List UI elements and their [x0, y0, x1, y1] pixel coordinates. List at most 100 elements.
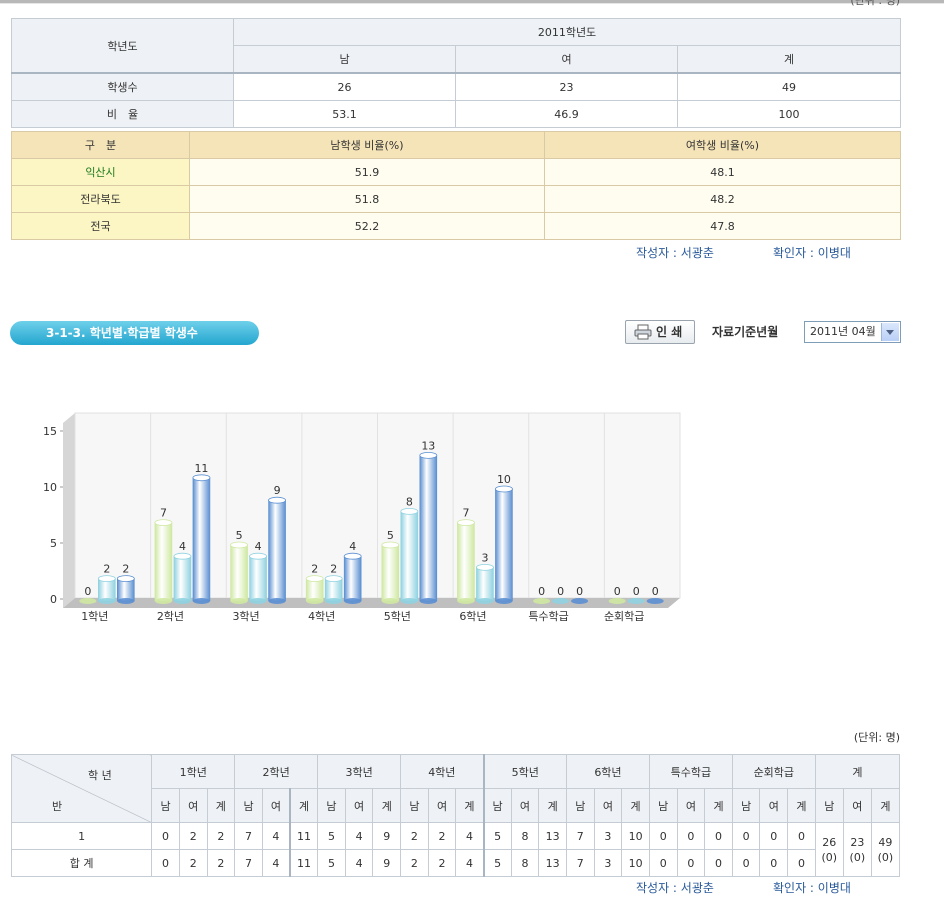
cell: 48.1 [544, 158, 901, 186]
bar-base [400, 598, 418, 604]
data-label: 2 [103, 563, 110, 576]
sub-col-header: 남 [317, 788, 346, 823]
bar [173, 555, 192, 602]
data-label: 0 [576, 585, 583, 598]
sub-col-header: 여 [759, 788, 789, 823]
cell: 48.2 [544, 185, 901, 213]
sub-col-header: 여 [344, 788, 374, 823]
table-cell: 0 [787, 849, 816, 877]
bar [495, 488, 513, 602]
data-label: 2 [122, 563, 129, 576]
cell: 49 [676, 72, 902, 101]
data-label: 8 [406, 495, 413, 508]
date-select[interactable]: 2011년 04월 [804, 321, 901, 343]
table-cell: 0 [704, 822, 733, 850]
data-label: 0 [538, 585, 545, 598]
bar-base [325, 598, 343, 604]
group-header: 2학년 [234, 754, 319, 789]
cell: 51.8 [189, 185, 545, 213]
cell: 53.1 [233, 100, 456, 128]
bar-base [552, 598, 570, 604]
total-header: 계 [814, 754, 901, 789]
table-cell: 8 [510, 822, 540, 850]
group-header: 6학년 [565, 754, 650, 789]
bar [343, 555, 362, 602]
y-tick-label: 10 [43, 481, 57, 494]
sub-col-header: 여 [510, 788, 540, 823]
table-cell: 4 [261, 822, 291, 850]
grand-total-cell: 26 (0) [814, 822, 844, 877]
col-male: 남 [233, 45, 456, 74]
bar-base [495, 598, 513, 604]
row-label-ratio: 비 율 [11, 100, 234, 128]
bar-base [306, 598, 324, 604]
table-cell: 0 [759, 822, 789, 850]
sub-col-header: 남 [400, 788, 429, 823]
print-button[interactable]: 인 쇄 [625, 320, 695, 344]
table-cell: 2 [427, 849, 457, 877]
bar [381, 544, 400, 602]
bar-top [381, 541, 400, 549]
bar-top [192, 474, 211, 482]
table-cell: 7 [565, 849, 595, 877]
sub-col-header: 남 [482, 788, 512, 823]
table-cell: 0 [648, 849, 678, 877]
bar [400, 511, 419, 602]
table-cell: 2 [178, 822, 208, 850]
data-label: 4 [255, 540, 262, 553]
corner-header: 학 년 반 [10, 754, 153, 823]
gender-ratio-table: 구 분 남학생 비율(%) 여학생 비율(%) 익산시 51.9 48.1 전라… [11, 131, 901, 240]
bar-top [249, 552, 267, 560]
data-label: 5 [236, 529, 243, 542]
table-cell: 3 [593, 822, 623, 850]
bar-base [457, 598, 475, 604]
sub-col-header: 계 [206, 788, 236, 823]
table-cell: 2 [178, 849, 208, 877]
cell: 23 [455, 72, 678, 101]
student-count-table: 학년도 2011학년도 남 여 계 학생수 26 23 49 비 율 53.1 … [11, 18, 902, 128]
sub-col-header: 계 [455, 788, 485, 823]
bar-base [98, 598, 116, 604]
y-tick-label: 5 [50, 537, 57, 550]
group-header: 특수학급 [648, 754, 733, 789]
corner-class-label: 반 [52, 800, 63, 813]
unit-label: (단위: 명) [853, 731, 900, 744]
x-tick-label: 순회학급 [604, 610, 644, 623]
table-cell: 4 [344, 822, 374, 850]
cell: 52.2 [189, 212, 545, 240]
bar-base [249, 598, 267, 604]
table-cell: 9 [372, 822, 402, 850]
date-label: 자료기준년월 [712, 325, 779, 339]
data-label: 13 [421, 439, 435, 452]
data-label: 2 [330, 563, 337, 576]
sub-col-header: 계 [870, 788, 901, 823]
bar-top [230, 541, 248, 549]
grand-total-paren: (0) [877, 850, 894, 864]
table-cell: 9 [372, 849, 402, 877]
table-cell: 2 [400, 822, 429, 850]
cell: 47.8 [544, 212, 901, 240]
data-label: 0 [614, 585, 621, 598]
print-label: 인 쇄 [656, 325, 683, 339]
region-iksan-link[interactable]: 익산시 [11, 158, 190, 186]
bar-base [419, 598, 437, 604]
bar-top [419, 452, 438, 459]
table-cell: 2 [206, 822, 236, 850]
sub-col-header: 계 [538, 788, 567, 823]
data-label: 10 [497, 473, 511, 486]
table-cell: 11 [288, 822, 319, 850]
sub-col-header: 남 [731, 788, 761, 823]
table-cell: 0 [731, 849, 761, 877]
table-cell: 2 [400, 849, 429, 877]
table-cell: 7 [565, 822, 595, 850]
sub-col-header: 계 [621, 788, 650, 823]
bar-top [476, 563, 494, 571]
bar [457, 522, 475, 602]
writer-label: 작성자 : 서광춘 [636, 246, 714, 260]
cell: 100 [676, 100, 902, 128]
chevron-down-icon[interactable] [881, 323, 899, 341]
class-student-table: 학 년 반 1학년 2학년 3학년 4학년 5학년 6학년 특수학급 순회학급 … [10, 754, 901, 877]
x-tick-label: 5학년 [384, 610, 411, 623]
sub-col-header: 계 [372, 788, 402, 823]
table-cell: 8 [510, 849, 540, 877]
